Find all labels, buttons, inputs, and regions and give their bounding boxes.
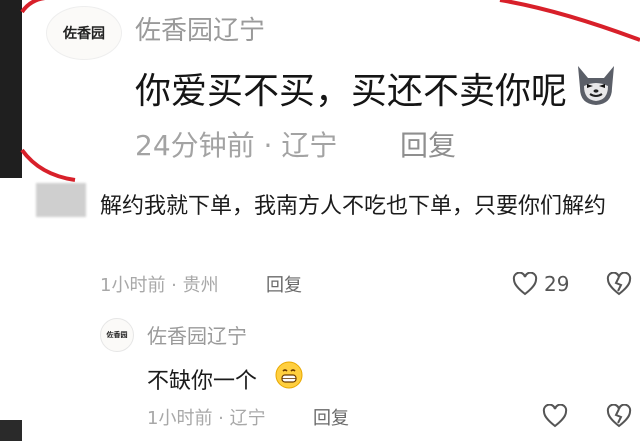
reply-meta: 1小时前 · 辽宁: [147, 408, 266, 429]
blurred-avatar[interactable]: [36, 183, 86, 217]
like-count: 29: [544, 272, 570, 296]
avatar[interactable]: 佐香园: [46, 6, 122, 60]
heart-icon[interactable]: [542, 404, 568, 428]
username[interactable]: 佐香园辽宁: [147, 320, 247, 349]
comment-meta: 24分钟前 · 辽宁: [135, 129, 338, 162]
reply-button[interactable]: 回复: [400, 124, 456, 164]
avatar-logo-text: 佐香园: [106, 331, 128, 339]
avatar-logo-text: 佐香园: [63, 26, 105, 42]
reply-button[interactable]: 回复: [266, 271, 302, 297]
reply-text: 不缺你一个: [147, 369, 258, 394]
grin-emoji-icon: [275, 361, 303, 389]
heart-icon[interactable]: [512, 272, 538, 296]
left-dark-strip-bottom: [0, 420, 22, 441]
username[interactable]: 佐香园辽宁: [135, 10, 265, 47]
comment-text: 解约我就下单，我南方人不吃也下单，只要你们解约: [100, 194, 607, 219]
comment-text: 你爱买不买，买还不卖你呢: [135, 71, 568, 112]
left-dark-strip: [0, 0, 22, 178]
comment-meta: 1小时前 · 贵州: [100, 275, 219, 296]
broken-heart-icon[interactable]: [606, 272, 632, 296]
reply-button[interactable]: 回复: [313, 404, 349, 430]
avatar[interactable]: 佐香园: [100, 318, 134, 352]
broken-heart-icon[interactable]: [606, 404, 632, 428]
wolf-emoji-icon: [578, 66, 614, 105]
